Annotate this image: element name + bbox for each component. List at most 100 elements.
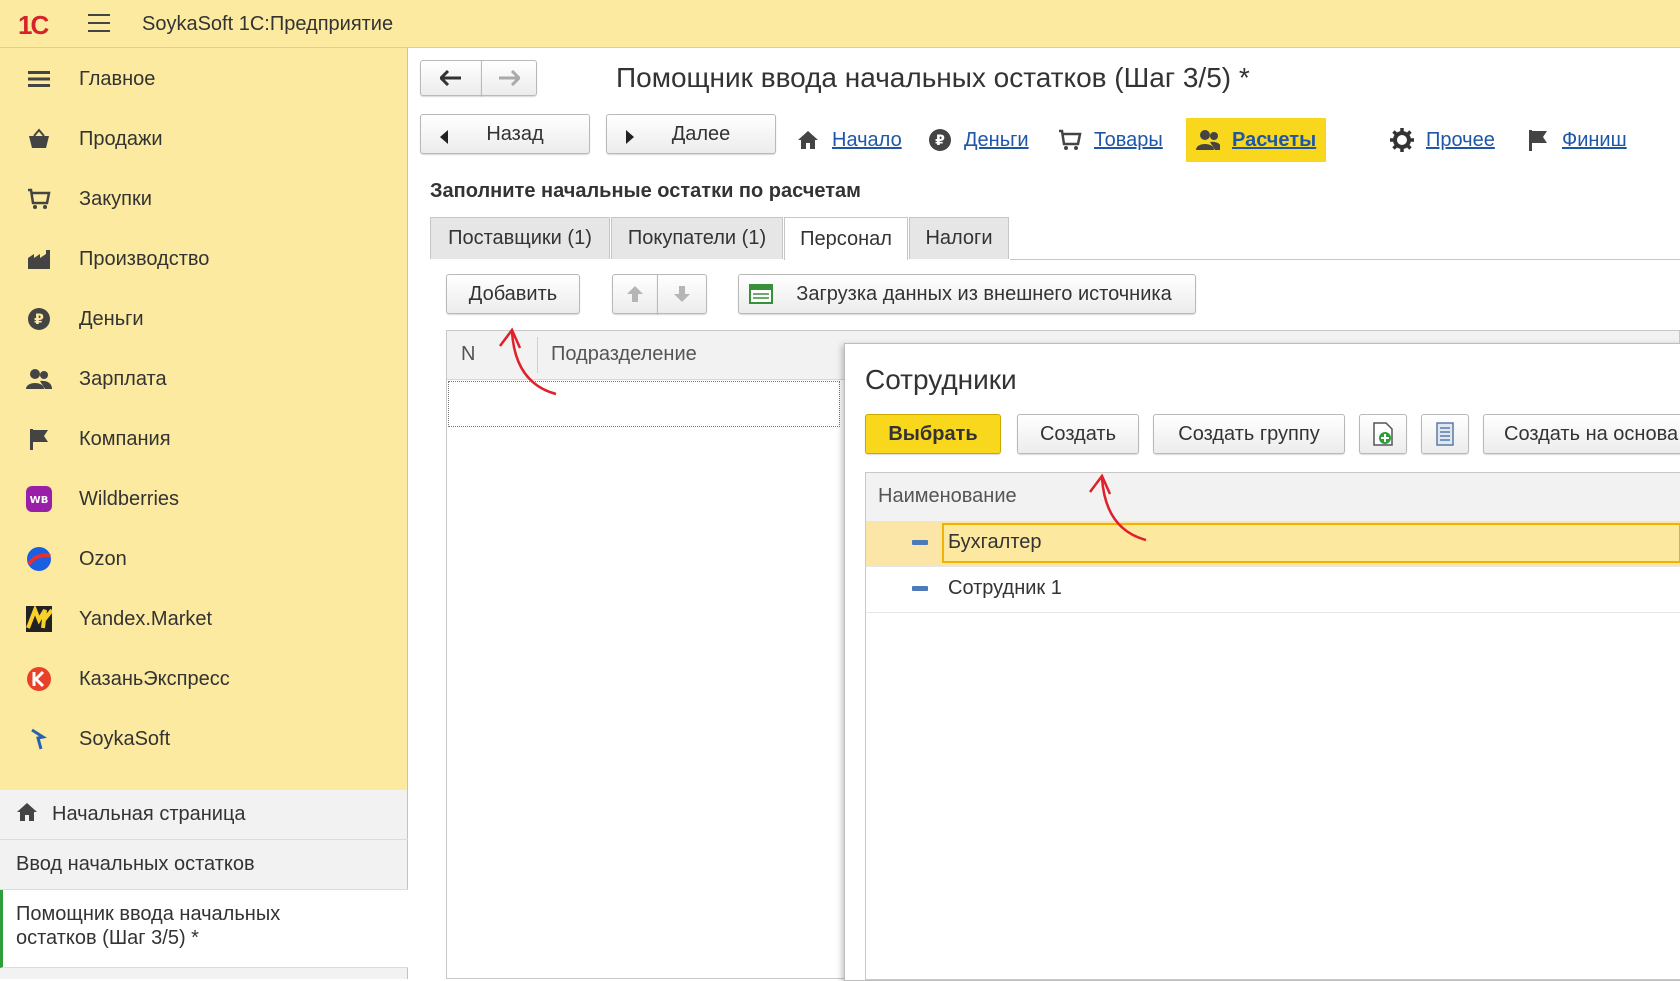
soykasoft-icon — [26, 726, 52, 752]
item-name: Сотрудник 1 — [948, 577, 1062, 599]
step-finish[interactable]: Финиш — [1526, 118, 1627, 162]
step-link[interactable]: Расчеты — [1232, 129, 1316, 152]
tab-personnel[interactable]: Персонал — [784, 217, 908, 260]
sidebar-item-label: Деньги — [79, 308, 144, 330]
basket-icon — [26, 126, 52, 152]
open-window-label: Помощник ввода начальных остатков (Шаг 3… — [16, 903, 281, 949]
list-settings-button[interactable] — [1421, 414, 1469, 454]
gear-icon — [1390, 128, 1414, 152]
step-link[interactable]: Прочее — [1426, 129, 1495, 152]
sidebar-item-soykasoft[interactable]: SoykaSoft — [0, 720, 408, 760]
dialog-title: Сотрудники — [865, 364, 1017, 395]
column-header-department: Подразделение — [551, 343, 697, 365]
step-link[interactable]: Начало — [832, 129, 902, 152]
people-icon — [1196, 128, 1220, 152]
sidebar-item-salary[interactable]: Зарплата — [0, 360, 408, 400]
list-item[interactable]: Сотрудник 1 — [866, 567, 1680, 613]
employees-dialog: Сотрудники Выбрать Создать Создать групп… — [844, 343, 1680, 981]
step-link[interactable]: Товары — [1094, 129, 1163, 152]
section-label: Заполните начальные остатки по расчетам — [430, 180, 861, 202]
select-button[interactable]: Выбрать — [865, 414, 1001, 454]
step-start[interactable]: Начало — [796, 118, 902, 162]
back-button[interactable]: Назад — [420, 114, 590, 154]
arrow-down-icon — [674, 286, 690, 302]
page-title: Помощник ввода начальных остатков (Шаг 3… — [616, 62, 1250, 93]
home-icon — [16, 802, 38, 828]
sidebar-item-label: Производство — [79, 248, 210, 270]
sidebar-item-wildberries[interactable]: WB Wildberries — [0, 480, 408, 520]
next-button[interactable]: Далее — [606, 114, 776, 154]
home-icon — [796, 128, 820, 152]
factory-icon — [26, 246, 52, 272]
table-row[interactable] — [448, 381, 840, 427]
tabs-divider — [1010, 259, 1680, 260]
triangle-right-icon — [625, 127, 635, 150]
step-goods[interactable]: Товары — [1058, 118, 1163, 162]
copy-item-button[interactable] — [1359, 414, 1407, 454]
cart-icon — [1058, 128, 1082, 152]
flag-icon — [1526, 128, 1550, 152]
sidebar-item-company[interactable]: Компания — [0, 420, 408, 460]
open-window-home[interactable]: Начальная страница — [0, 790, 408, 840]
spreadsheet-icon — [749, 284, 773, 310]
step-settlements[interactable]: Расчеты — [1186, 118, 1327, 162]
list-header: Наименование — [866, 473, 1680, 522]
add-document-icon — [1373, 422, 1393, 446]
sidebar-item-purchases[interactable]: Закупки — [0, 180, 408, 220]
app-title: SoykaSoft 1С:Предприятие — [142, 13, 394, 35]
ruble-icon: ₽ — [928, 128, 952, 152]
sidebar-item-label: Yandex.Market — [79, 608, 213, 630]
sidebar-item-main[interactable]: Главное — [0, 60, 408, 100]
sidebar-item-label: Закупки — [79, 188, 152, 210]
people-icon — [26, 366, 52, 392]
sidebar-item-label: SoykaSoft — [79, 728, 171, 750]
sidebar-item-money[interactable]: ₽ Деньги — [0, 300, 408, 340]
history-forward-button[interactable] — [481, 60, 537, 96]
sidebar-item-kazanexpress[interactable]: КазаньЭкспресс — [0, 660, 408, 700]
ruble-icon: ₽ — [26, 306, 52, 332]
create-based-on-button[interactable]: Создать на основа — [1483, 414, 1680, 454]
svg-text:₽: ₽ — [935, 133, 945, 149]
flag-icon — [26, 426, 52, 452]
sidebar-item-sales[interactable]: Продажи — [0, 120, 408, 160]
wb-icon: WB — [26, 486, 52, 512]
step-money[interactable]: ₽ Деньги — [928, 118, 1029, 162]
open-window-label: Ввод начальных остатков — [16, 853, 255, 875]
kazanexpress-icon — [26, 666, 52, 692]
sidebar-item-label: Wildberries — [79, 488, 180, 510]
add-button[interactable]: Добавить — [446, 274, 580, 314]
menu-lines-icon — [26, 66, 52, 92]
history-back-button[interactable] — [420, 60, 482, 96]
create-button[interactable]: Создать — [1017, 414, 1139, 454]
move-up-button[interactable] — [612, 274, 658, 314]
employees-list[interactable]: Наименование Бухгалтер Сотрудник 1 — [865, 472, 1680, 980]
column-header-n: N — [461, 343, 476, 365]
item-name: Бухгалтер — [948, 531, 1042, 553]
import-data-button[interactable]: Загрузка данных из внешнего источника — [738, 274, 1196, 314]
sidebar-item-ozon[interactable]: Ozon — [0, 540, 408, 580]
sidebar-item-label: КазаньЭкспресс — [79, 668, 230, 690]
selected-cell — [942, 523, 1680, 563]
back-label: Назад — [486, 122, 544, 145]
list-icon — [1436, 422, 1454, 446]
tab-taxes[interactable]: Налоги — [909, 217, 1009, 259]
tab-customers[interactable]: Покупатели (1) — [611, 217, 783, 259]
step-other[interactable]: Прочее — [1390, 118, 1495, 162]
tab-suppliers[interactable]: Поставщики (1) — [430, 217, 610, 259]
sidebar-item-production[interactable]: Производство — [0, 240, 408, 280]
app-header: 1С SoykaSoft 1С:Предприятие — [0, 0, 1680, 48]
sidebar-item-label: Ozon — [79, 548, 127, 570]
open-window-initial-balances[interactable]: Ввод начальных остатков — [0, 840, 408, 890]
sidebar-item-yandex-market[interactable]: Yandex.Market — [0, 600, 408, 640]
step-link[interactable]: Деньги — [964, 129, 1029, 152]
hamburger-menu-icon[interactable] — [88, 14, 110, 32]
create-group-button[interactable]: Создать группу — [1153, 414, 1345, 454]
sidebar-item-label: Главное — [79, 68, 156, 90]
list-item[interactable]: Бухгалтер — [866, 521, 1680, 567]
move-down-button[interactable] — [657, 274, 707, 314]
open-window-label: Начальная страница — [52, 803, 246, 825]
open-windows-panel: Начальная страница Ввод начальных остатк… — [0, 790, 408, 979]
open-window-wizard[interactable]: Помощник ввода начальных остатков (Шаг 3… — [0, 890, 408, 968]
step-link[interactable]: Финиш — [1562, 129, 1627, 152]
import-data-label: Загрузка данных из внешнего источника — [796, 282, 1172, 305]
